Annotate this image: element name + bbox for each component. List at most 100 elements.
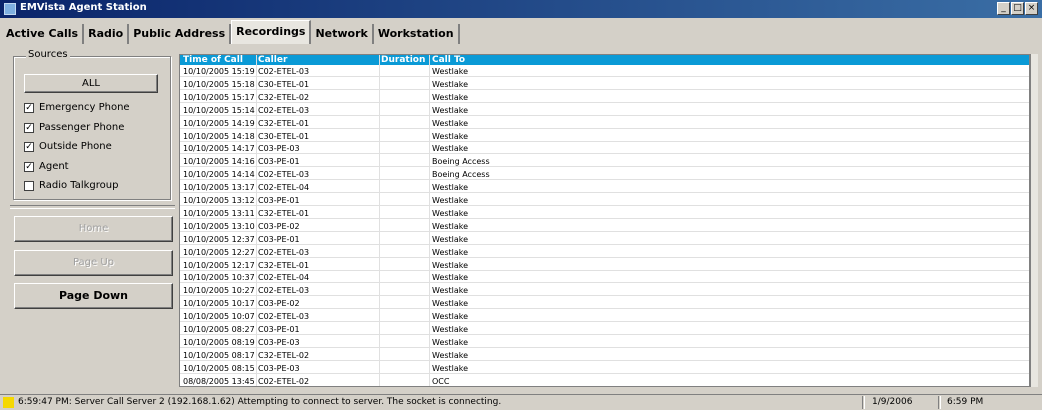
table-header: Time of Call Caller Duration Call To	[180, 55, 1029, 65]
cell-call-to: Westlake	[432, 312, 469, 322]
cell-call-to: Westlake	[432, 105, 469, 115]
table-row[interactable]: 10/10/2005 08:19 C03-PE-03 Westlake	[180, 337, 1029, 348]
checkbox-box[interactable]	[24, 180, 34, 191]
checkbox-outside-phone[interactable]: ✓ Outside Phone	[24, 141, 112, 152]
header-caller[interactable]: Caller	[258, 55, 287, 65]
tab-active-calls[interactable]: Active Calls	[2, 24, 85, 44]
page-down-button[interactable]: Page Down	[14, 283, 173, 309]
checkbox-box[interactable]: ✓	[24, 122, 34, 133]
tab-public-address[interactable]: Public Address	[129, 24, 232, 44]
cell-call-to: Westlake	[432, 118, 469, 128]
status-message: 6:59:47 PM: Server Call Server 2 (192.16…	[18, 397, 502, 407]
checkbox-box[interactable]: ✓	[24, 161, 34, 172]
window-title: EMVista Agent Station	[20, 2, 147, 13]
cell-time-of-call: 10/10/2005 15:19	[183, 67, 255, 76]
separator	[10, 205, 175, 209]
table-row[interactable]: 10/10/2005 14:16 C03-PE-01 Boeing Access	[180, 156, 1029, 168]
status-date: 1/9/2006	[872, 397, 913, 407]
table-row[interactable]: 10/10/2005 10:17 C03-PE-02 Westlake	[180, 298, 1029, 310]
cell-time-of-call: 10/10/2005 14:17	[183, 144, 255, 154]
cell-call-to: Westlake	[432, 144, 469, 154]
close-button[interactable]: ×	[1025, 2, 1038, 15]
cell-caller: C02-ETEL-04	[258, 273, 310, 283]
cell-time-of-call: 10/10/2005 14:16	[183, 157, 255, 167]
table-row[interactable]: 08/08/2005 13:45 C02-ETEL-02 OCC	[180, 376, 1029, 386]
table-row[interactable]: 10/10/2005 13:10 C03-PE-02 Westlake	[180, 221, 1029, 232]
table-row[interactable]: 10/10/2005 08:15 C03-PE-03 Westlake	[180, 363, 1029, 374]
table-row[interactable]: 10/10/2005 12:17 C32-ETEL-01 Westlake	[180, 260, 1029, 271]
cell-caller: C02-ETEL-03	[258, 67, 310, 76]
cell-call-to: Boeing Access	[432, 157, 490, 167]
recordings-table[interactable]: Time of Call Caller Duration Call To 10/…	[179, 54, 1030, 387]
header-duration[interactable]: Duration	[381, 55, 425, 65]
cell-time-of-call: 10/10/2005 15:18	[183, 79, 255, 89]
table-row[interactable]: 10/10/2005 08:17 C32-ETEL-02 Westlake	[180, 350, 1029, 361]
table-row[interactable]: 10/10/2005 15:19 C02-ETEL-03 Westlake	[180, 66, 1029, 77]
cell-call-to: Westlake	[432, 183, 469, 193]
checkbox-radio-talkgroup[interactable]: Radio Talkgroup	[24, 180, 118, 191]
cell-caller: C30-ETEL-01	[258, 79, 310, 89]
table-row[interactable]: 10/10/2005 08:27 C03-PE-01 Westlake	[180, 324, 1029, 335]
header-time-of-call[interactable]: Time of Call	[183, 55, 243, 65]
table-row[interactable]: 10/10/2005 15:18 C30-ETEL-01 Westlake	[180, 79, 1029, 90]
vertical-scrollbar[interactable]	[1030, 54, 1038, 387]
table-row[interactable]: 10/10/2005 13:17 C02-ETEL-04 Westlake	[180, 182, 1029, 194]
maximize-button[interactable]: □	[1011, 2, 1024, 15]
table-row[interactable]: 10/10/2005 14:18 C30-ETEL-01 Westlake	[180, 131, 1029, 142]
checkbox-label: Agent	[39, 161, 69, 172]
table-row[interactable]: 10/10/2005 10:37 C02-ETEL-04 Westlake	[180, 272, 1029, 284]
cell-caller: C03-PE-01	[258, 325, 300, 334]
cell-caller: C32-ETEL-02	[258, 92, 310, 102]
tab-workstation[interactable]: Workstation	[374, 24, 460, 44]
cell-caller: C30-ETEL-01	[258, 131, 310, 141]
cell-call-to: Westlake	[432, 273, 469, 283]
checkbox-agent[interactable]: ✓ Agent	[24, 161, 69, 172]
table-row[interactable]: 10/10/2005 13:12 C03-PE-01 Westlake	[180, 195, 1029, 206]
home-button[interactable]: Home	[14, 216, 173, 242]
cell-time-of-call: 10/10/2005 10:17	[183, 299, 255, 309]
table-row[interactable]: 10/10/2005 10:07 C02-ETEL-03 Westlake	[180, 311, 1029, 323]
table-row[interactable]: 10/10/2005 12:27 C02-ETEL-03 Westlake	[180, 247, 1029, 258]
page-up-button[interactable]: Page Up	[14, 250, 173, 276]
cell-call-to: Westlake	[432, 196, 469, 205]
status-divider	[862, 396, 865, 409]
cell-time-of-call: 10/10/2005 12:17	[183, 260, 255, 270]
tab-network[interactable]: Network	[311, 24, 374, 44]
cell-call-to: Westlake	[432, 325, 469, 334]
tab-radio[interactable]: Radio	[84, 24, 130, 44]
table-row[interactable]: 10/10/2005 10:27 C02-ETEL-03 Westlake	[180, 285, 1029, 297]
cell-call-to: Westlake	[432, 92, 469, 102]
checkbox-box[interactable]: ✓	[24, 102, 34, 113]
minimize-button[interactable]: _	[997, 2, 1010, 15]
cell-call-to: Westlake	[432, 234, 469, 244]
table-row[interactable]: 10/10/2005 15:17 C32-ETEL-02 Westlake	[180, 92, 1029, 103]
table-row[interactable]: 10/10/2005 13:11 C32-ETEL-01 Westlake	[180, 208, 1029, 219]
cell-time-of-call: 10/10/2005 15:17	[183, 92, 255, 102]
checkbox-emergency-phone[interactable]: ✓ Emergency Phone	[24, 102, 130, 113]
checkbox-box[interactable]: ✓	[24, 141, 34, 152]
cell-time-of-call: 10/10/2005 14:14	[183, 170, 255, 180]
cell-time-of-call: 10/10/2005 10:27	[183, 286, 255, 296]
checkbox-passenger-phone[interactable]: ✓ Passenger Phone	[24, 122, 124, 133]
checkbox-label: Radio Talkgroup	[39, 180, 119, 191]
cell-caller: C32-ETEL-01	[258, 260, 310, 270]
all-sources-button[interactable]: ALL	[24, 74, 158, 93]
table-row[interactable]: 10/10/2005 12:37 C03-PE-01 Westlake	[180, 234, 1029, 245]
checkbox-label: Outside Phone	[39, 141, 112, 152]
cell-time-of-call: 10/10/2005 15:14	[183, 105, 255, 115]
table-row[interactable]: 10/10/2005 14:14 C02-ETEL-03 Boeing Access	[180, 169, 1029, 181]
cell-call-to: OCC	[432, 376, 450, 386]
cell-caller: C32-ETEL-01	[258, 118, 310, 128]
cell-caller: C03-PE-03	[258, 363, 300, 373]
cell-call-to: Westlake	[432, 221, 469, 231]
table-row[interactable]: 10/10/2005 15:14 C02-ETEL-03 Westlake	[180, 105, 1029, 116]
table-row[interactable]: 10/10/2005 14:19 C32-ETEL-01 Westlake	[180, 118, 1029, 129]
table-row[interactable]: 10/10/2005 14:17 C03-PE-03 Westlake	[180, 143, 1029, 155]
tab-recordings[interactable]: Recordings	[231, 20, 312, 44]
cell-time-of-call: 10/10/2005 13:11	[183, 208, 255, 218]
cell-time-of-call: 10/10/2005 13:17	[183, 183, 255, 193]
cell-time-of-call: 10/10/2005 08:27	[183, 325, 255, 334]
header-call-to[interactable]: Call To	[432, 55, 465, 65]
title-bar[interactable]: EMVista Agent Station _ □ ×	[0, 0, 1042, 18]
cell-time-of-call: 10/10/2005 08:19	[183, 337, 255, 347]
